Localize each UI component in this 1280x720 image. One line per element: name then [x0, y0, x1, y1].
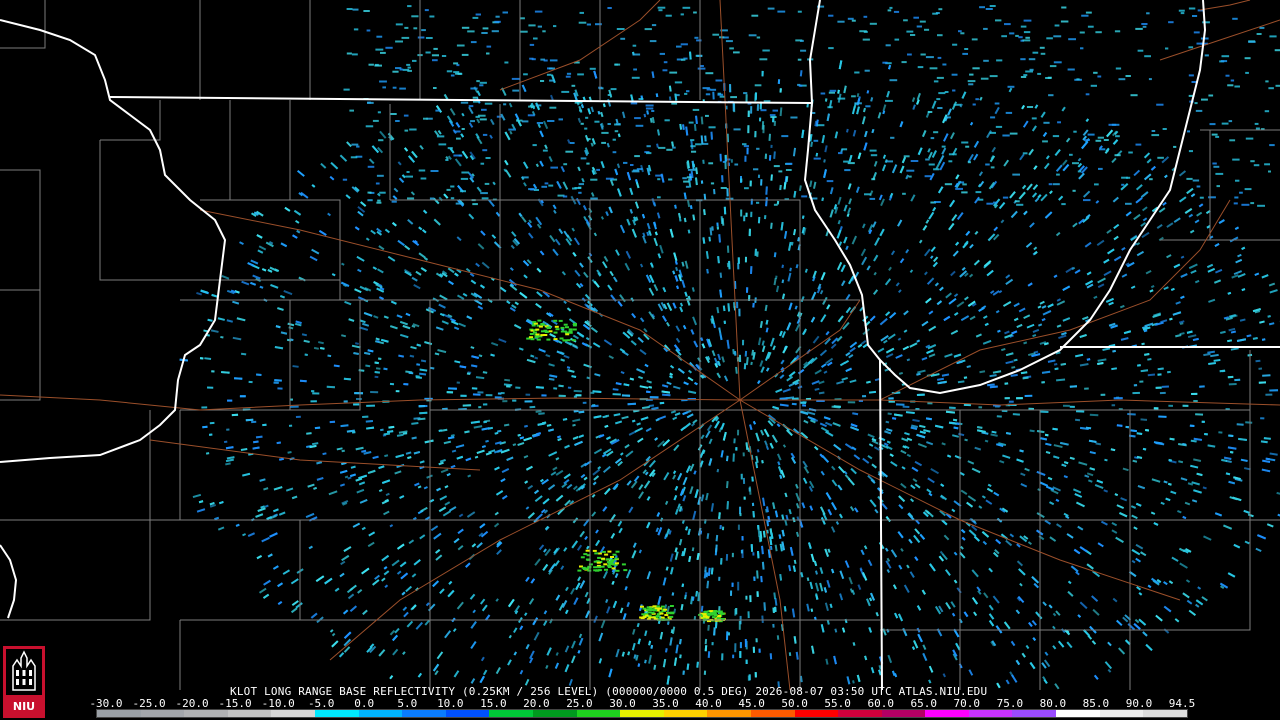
county-lines	[0, 0, 1280, 690]
road-lines	[0, 0, 1280, 691]
colorbar-segment	[227, 710, 272, 717]
colorbar-segment	[1056, 710, 1100, 717]
colorbar-segment	[968, 710, 1013, 717]
colorbar-ticks: -30.0 -25.0 -20.0 -15.0 -10.0 -5.0 0.0 5.0 10.0 1…	[89, 697, 1195, 710]
colorbar-segment	[532, 710, 577, 717]
colorbar-segment	[184, 710, 228, 717]
colorbar-segment	[750, 710, 795, 717]
colorbar-segment	[1012, 710, 1057, 717]
colorbar	[96, 709, 1188, 718]
logo-text: NIU	[13, 700, 35, 713]
colorbar-segment	[358, 710, 403, 717]
colorbar-segment	[445, 710, 490, 717]
colorbar-segment	[1143, 710, 1187, 717]
colorbar-segment	[620, 710, 664, 717]
colorbar-segment	[314, 710, 359, 717]
colorbar-segment	[794, 710, 839, 717]
colorbar-segment	[838, 710, 882, 717]
colorbar-segment	[140, 710, 185, 717]
niu-logo: NIU	[3, 646, 45, 718]
colorbar-segment	[881, 710, 926, 717]
colorbar-segment	[663, 710, 708, 717]
colorbar-segment	[576, 710, 621, 717]
colorbar-segment	[925, 710, 969, 717]
radar-map	[0, 0, 1280, 691]
colorbar-segment	[97, 710, 141, 717]
colorbar-segment	[1099, 710, 1144, 717]
state-boundaries	[0, 0, 1280, 691]
colorbar-segment	[707, 710, 751, 717]
colorbar-segment	[402, 710, 446, 717]
colorbar-segment	[271, 710, 315, 717]
colorbar-segment	[489, 710, 533, 717]
